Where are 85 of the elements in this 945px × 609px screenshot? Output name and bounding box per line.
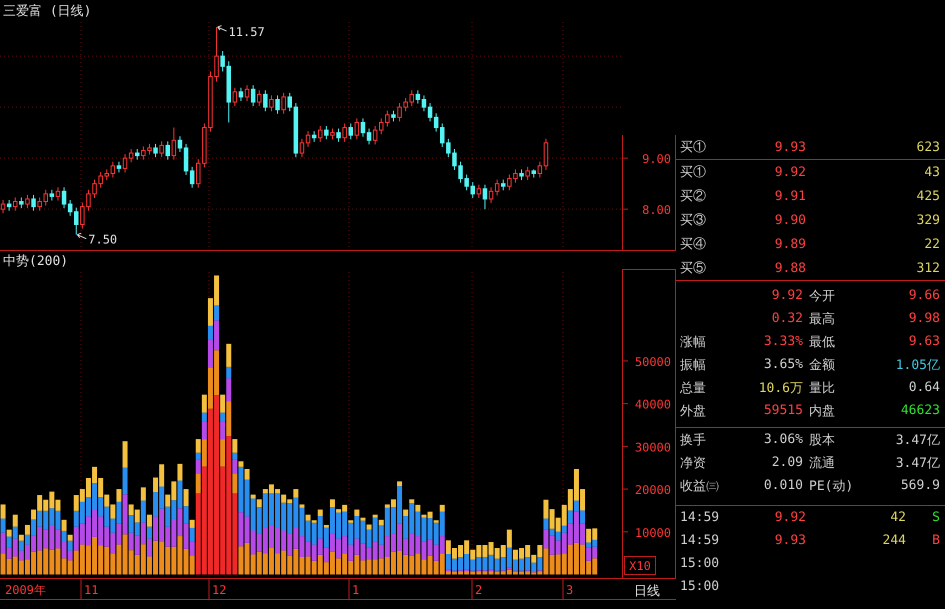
stat-label: 今开 [808,288,836,304]
order-label: 买① [680,139,707,156]
candlestick [74,207,78,236]
trade-volume: 244 [882,533,906,548]
order-label: 买② [680,188,707,205]
stat-value: 0.010 [762,478,803,493]
stat-label: 收益㈢ [680,478,720,494]
stat-value: 3.06% [762,432,803,447]
date-axis-label: 3 [566,583,574,597]
order-price: 9.89 [774,236,806,252]
order-price: 9.90 [774,212,806,228]
indicator-axis-label: 30000 [634,440,671,454]
indicator-axis-label: 40000 [634,398,671,412]
stat-value: 9.98 [908,311,940,326]
order-price: 9.91 [774,188,806,204]
order-price: 9.92 [774,164,806,180]
trade-time: 15:00 [680,556,720,571]
stat-value: 3.33% [762,334,803,349]
order-volume: 329 [916,212,940,228]
indicator-axis-label: 50000 [634,354,671,369]
order-volume: 425 [916,188,940,204]
stat-label: 内盘 [808,402,836,420]
order-label: 买① [680,164,707,181]
price-axis-label: 9.00 [642,152,671,166]
stat-value: 3.65% [762,357,803,372]
date-axis-label: 11 [84,583,98,597]
stat-label: 最低 [808,334,836,350]
date-axis-label: 2 [475,583,482,597]
stat-label: 流通 [808,454,836,472]
stat-value: 46623 [900,403,940,418]
stat-label: 换手 [680,432,707,448]
date-axis-label: 2009年 [5,583,46,597]
stat-value: 10.6万 [758,380,803,396]
trade-time: 14:59 [680,533,720,548]
stat-label: PE(动) [808,478,854,494]
trade-time: 15:00 [680,579,720,594]
stat-value: 569.9 [900,478,940,493]
stat-value: 0.64 [908,380,940,395]
date-axis-label: 1 [352,583,360,597]
trade-side: S [931,510,940,525]
indicator-title: 中势(200) [3,254,68,269]
stat-label: 振幅 [680,356,707,374]
scale-label: X10 [624,556,656,575]
trade-time: 14:59 [680,510,720,525]
stat-label: 净资 [680,454,707,472]
stat-label: 涨幅 [680,334,707,350]
stat-label: 外盘 [680,402,707,420]
stat-value: 3.47亿 [894,432,940,448]
order-label: 买③ [680,212,707,229]
stat-label: 量比 [808,380,836,396]
stat-value: 59515 [762,403,803,418]
stat-label: 总量 [680,380,707,396]
order-volume: 43 [923,164,940,180]
order-label: 买④ [680,236,707,253]
leader-arrow [217,25,228,32]
indicator-axis-label: 10000 [634,526,671,540]
chart-title: 三爱富 (日线) [3,4,92,19]
order-volume: 623 [916,140,940,154]
candlestick [214,26,219,82]
stat-label: 最高 [808,310,836,328]
date-axis-label: 12 [212,583,226,597]
indicator-axis-label: 20000 [634,483,671,498]
stat-value: 9.63 [908,334,940,349]
stat-value: 9.92 [770,288,803,303]
period-label: 日线 [634,584,660,599]
stat-value: 1.05亿 [894,356,940,374]
trade-side: B [931,533,940,548]
order-volume: 312 [916,260,940,276]
order-label: 买⑤ [680,260,707,277]
order-price: 9.88 [774,260,806,276]
stat-value: 0.32 [770,311,803,326]
order-volume: 22 [923,236,940,252]
price-axis-label: 8.00 [642,203,671,218]
stat-value: 2.09 [770,455,803,470]
stat-label: 股本 [808,432,836,448]
trade-price: 9.92 [774,510,806,525]
stat-value: 3.47亿 [894,454,940,472]
trade-price: 9.93 [774,533,806,548]
price-label: 11.57 [228,25,265,40]
order-price: 9.93 [774,140,806,154]
trade-volume: 42 [889,510,906,525]
leader-arrow [76,232,87,240]
stat-label: 金额 [808,356,836,374]
price-label: 7.50 [88,232,118,247]
stat-value: 9.66 [908,288,940,303]
